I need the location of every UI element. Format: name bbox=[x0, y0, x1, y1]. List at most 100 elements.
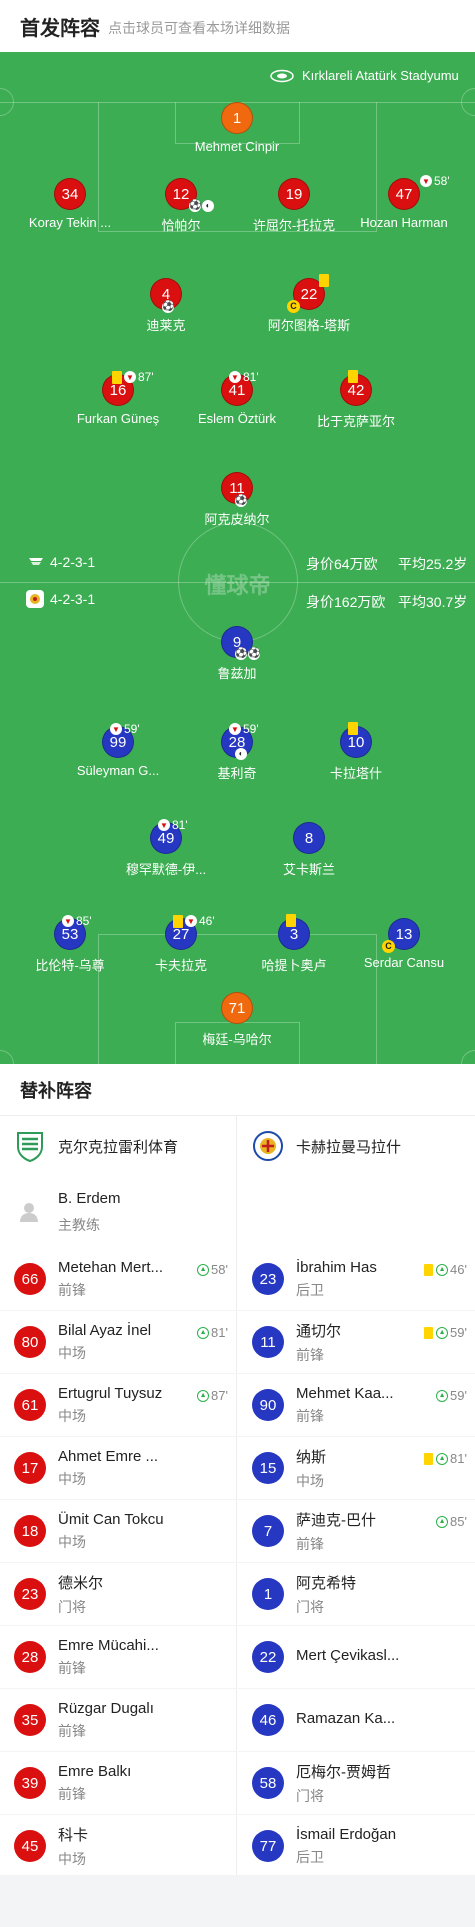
sub-minute: 58' bbox=[211, 1262, 228, 1277]
sub-row[interactable]: 66 Metehan Mert... 前锋 ▲ 58' bbox=[0, 1248, 236, 1311]
player-away-8[interactable]: 8 艾卡斯兰 bbox=[254, 822, 364, 878]
sub-row[interactable]: 45 科卡 中场 bbox=[0, 1815, 236, 1878]
sub-in-icon: ▲ bbox=[436, 1389, 449, 1402]
sub-number: 35 bbox=[14, 1704, 46, 1736]
player-home-41[interactable]: 41 ▼ 81' Eslem Öztürk bbox=[182, 370, 292, 426]
home-formation: 4-2-3-1 bbox=[28, 554, 95, 570]
sub-row[interactable]: 15 纳斯 中场 ▲ 81' bbox=[238, 1437, 475, 1500]
player-name: 比于克萨亚尔 bbox=[316, 414, 395, 429]
home-team-row[interactable]: 克尔克拉雷利体育 bbox=[0, 1116, 236, 1176]
goal-icon: ⚽ bbox=[235, 648, 248, 660]
sub-row[interactable]: 39 Emre Balkı 前锋 bbox=[0, 1752, 236, 1815]
sub-row[interactable]: 61 Ertugrul Tuysuz 中场 ▲ 87' bbox=[0, 1374, 236, 1437]
sub-row[interactable]: 46 Ramazan Ka... bbox=[238, 1689, 475, 1752]
player-name: 艾卡斯兰 bbox=[282, 862, 335, 877]
yellow-card-icon bbox=[112, 370, 122, 384]
stadium-label: Kırklareli Atatürk Stadyumu bbox=[270, 68, 459, 83]
sub-row[interactable]: 35 Rüzgar Dugalı 前锋 bbox=[0, 1689, 236, 1752]
sub-in-icon: ▲ bbox=[436, 1515, 449, 1528]
sub-position: 前锋 bbox=[296, 1535, 324, 1552]
sub-position: 后卫 bbox=[296, 1281, 324, 1298]
home-team-icon bbox=[28, 554, 44, 570]
captain-icon: C bbox=[287, 300, 300, 313]
sub-number: 18 bbox=[14, 1515, 46, 1547]
home-avg-age: 平均25.2岁 bbox=[398, 556, 468, 572]
sub-name: Rüzgar Dugalı bbox=[58, 1699, 154, 1717]
sub-row[interactable]: 90 Mehmet Kaa... 前锋 ▲ 59' bbox=[238, 1374, 475, 1437]
player-home-1[interactable]: 1 Mehmet Cinpir bbox=[182, 102, 292, 154]
sub-row[interactable]: 1 阿克希特 门将 bbox=[238, 1563, 475, 1626]
sub-number: 61 bbox=[14, 1389, 46, 1421]
captain-icon: C bbox=[382, 940, 395, 953]
sub-name: Mert Çevikasl... bbox=[296, 1646, 400, 1664]
player-number: 1 bbox=[221, 102, 253, 134]
player-home-4[interactable]: 4 ⚽ 迪莱克 bbox=[111, 278, 221, 334]
coach-avatar-icon bbox=[18, 1201, 40, 1223]
sub-minute: 58' bbox=[434, 174, 450, 188]
corner-arc bbox=[461, 88, 475, 116]
sub-minute: 85' bbox=[450, 1514, 467, 1529]
player-away-28[interactable]: 28 ▼ 59' ◐ 基利奇 bbox=[182, 722, 292, 782]
subs-title: 替补阵容 bbox=[0, 1064, 475, 1116]
sub-row[interactable]: 77 İsmail Erdoğan 后卫 bbox=[238, 1815, 475, 1878]
player-name: 穆罕默德-伊... bbox=[125, 862, 207, 877]
home-subs-column: 克尔克拉雷利体育 B. Erdem 主教练 66 Metehan Mert...… bbox=[0, 1116, 237, 1878]
away-subs-column: 卡赫拉曼马拉什 23 İbrahim Has 后卫 ▲ 46' 11 通切尔 前锋 ▲… bbox=[238, 1116, 475, 1878]
player-name: 阿尔图格-塔斯 bbox=[267, 318, 351, 333]
player-name: 梅廷-乌哈尔 bbox=[202, 1032, 272, 1047]
player-home-34[interactable]: 34 Koray Tekin ... bbox=[15, 178, 125, 230]
player-away-27[interactable]: 27 ▼ 46' 卡夫拉克 bbox=[126, 914, 236, 974]
sub-name: Mehmet Kaa... bbox=[296, 1384, 394, 1402]
coach-row[interactable]: B. Erdem 主教练 bbox=[0, 1176, 236, 1248]
home-team-logo bbox=[14, 1130, 46, 1162]
sub-position: 前锋 bbox=[296, 1407, 324, 1424]
player-away-53[interactable]: 53 ▼ 85' 比伦特-乌尊 bbox=[15, 914, 125, 974]
sub-number: 80 bbox=[14, 1326, 46, 1358]
sub-minute: 85' bbox=[76, 914, 92, 928]
player-home-42[interactable]: 42 比于克萨亚尔 bbox=[301, 370, 411, 430]
player-name: 许屈尔-托拉克 bbox=[252, 218, 336, 233]
player-home-11[interactable]: 11 ⚽ 阿克皮纳尔 bbox=[182, 472, 292, 528]
player-name: 哈提卜奥卢 bbox=[261, 958, 327, 973]
player-away-9[interactable]: 9 ⚽ ⚽ 鲁兹加 bbox=[182, 626, 292, 682]
player-away-49[interactable]: 49 ▼ 81' 穆罕默德-伊... bbox=[111, 818, 221, 878]
sub-row[interactable]: 23 德米尔 门将 bbox=[0, 1563, 236, 1626]
sub-name: 厄梅尔-贾姆哲 bbox=[296, 1763, 391, 1781]
player-home-47[interactable]: 47 ▼ 58' Hozan Harman bbox=[349, 174, 459, 230]
player-away-13[interactable]: 13 C Serdar Cansu bbox=[349, 918, 459, 970]
sub-row[interactable]: 17 Ahmet Emre ... 中场 bbox=[0, 1437, 236, 1500]
sub-row[interactable]: 58 厄梅尔-贾姆哲 门将 bbox=[238, 1752, 475, 1815]
sub-name: Ümit Can Tokcu bbox=[58, 1510, 164, 1528]
sub-name: İbrahim Has bbox=[296, 1258, 377, 1276]
sub-in-icon: ▲ bbox=[197, 1389, 210, 1402]
coach-role: 主教练 bbox=[58, 1216, 100, 1233]
away-formation: 4-2-3-1 bbox=[26, 590, 95, 608]
sub-name: 科卡 bbox=[58, 1826, 89, 1844]
sub-number: 23 bbox=[252, 1263, 284, 1295]
sub-row[interactable]: 28 Emre Mücahi... 前锋 bbox=[0, 1626, 236, 1689]
player-name: Mehmet Cinpir bbox=[194, 139, 280, 154]
sub-position: 前锋 bbox=[296, 1346, 324, 1363]
sub-row[interactable]: 7 萨迪克-巴什 前锋 ▲ 85' bbox=[238, 1500, 475, 1563]
sub-row[interactable]: 80 Bilal Ayaz İnel 中场 ▲ 81' bbox=[0, 1311, 236, 1374]
sub-row[interactable]: 23 İbrahim Has 后卫 ▲ 46' bbox=[238, 1248, 475, 1311]
player-away-10[interactable]: 10 卡拉塔什 bbox=[301, 722, 411, 782]
sub-position: 前锋 bbox=[58, 1722, 86, 1739]
sub-name: Ahmet Emre ... bbox=[58, 1447, 159, 1465]
player-home-19[interactable]: 19 许屈尔-托拉克 bbox=[239, 178, 349, 234]
sub-name: 通切尔 bbox=[296, 1322, 342, 1340]
goal-icon: ⚽ bbox=[162, 301, 175, 313]
sub-row[interactable]: 22 Mert Çevikasl... bbox=[238, 1626, 475, 1689]
sub-position: 后卫 bbox=[296, 1848, 324, 1865]
sub-row[interactable]: 11 通切尔 前锋 ▲ 59' bbox=[238, 1311, 475, 1374]
away-team-row[interactable]: 卡赫拉曼马拉什 bbox=[238, 1116, 475, 1176]
player-name: 迪莱克 bbox=[146, 318, 186, 333]
player-home-16[interactable]: 16 ▼ 87' Furkan Güneş bbox=[63, 370, 173, 426]
player-home-12[interactable]: 12 ⚽ ◐ 恰帕尔 bbox=[126, 178, 236, 234]
player-away-3[interactable]: 3 哈提卜奥卢 bbox=[239, 914, 349, 974]
player-away-71[interactable]: 71 梅廷-乌哈尔 bbox=[182, 992, 292, 1048]
lineup-subtitle: 点击球员可查看本场详细数据 bbox=[108, 19, 290, 36]
player-home-22[interactable]: 22 C 阿尔图格-塔斯 bbox=[254, 274, 364, 334]
player-away-99[interactable]: 99 ▼ 59' Süleyman G... bbox=[63, 722, 173, 778]
sub-row[interactable]: 18 Ümit Can Tokcu 中场 bbox=[0, 1500, 236, 1563]
